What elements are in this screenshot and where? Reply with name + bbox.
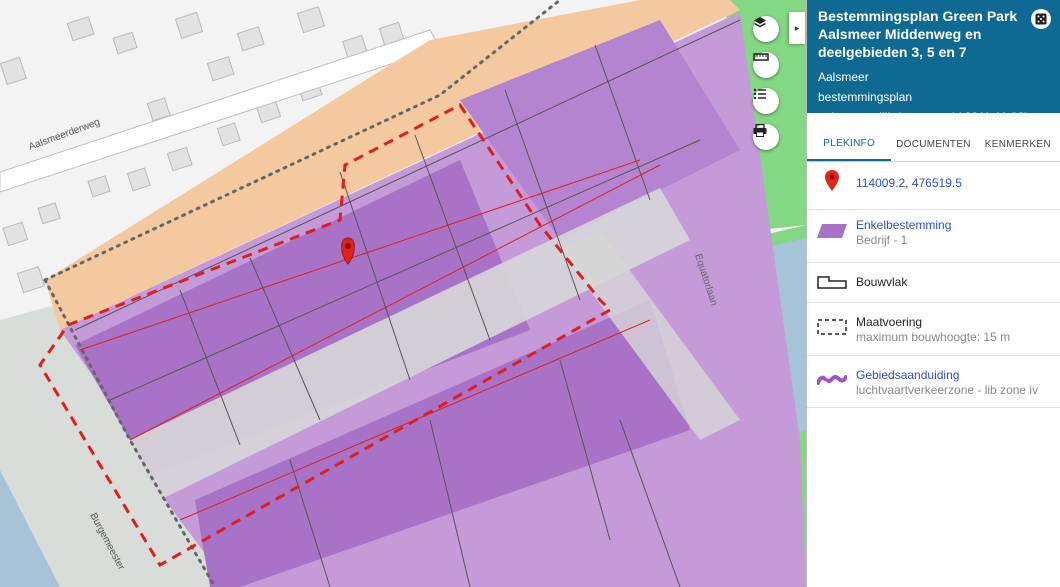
expand-icon [1035,13,1047,25]
enkelbestemming-swatch-icon [817,224,847,238]
maatvoering-sub: maximum bouwhoogte: 15 m [856,330,1011,344]
bouwvlak-label: Bouwvlak [856,275,908,289]
coordinates-row: 114009.2, 476519.5 [807,162,1060,210]
tab-plekinfo[interactable]: PLEKINFO [807,127,892,161]
info-panel: Bestemmingsplan Green Park Aalsmeer Midd… [806,0,1060,587]
panel-header: Bestemmingsplan Green Park Aalsmeer Midd… [807,0,1060,124]
tab-kenmerken[interactable]: KENMERKEN [976,127,1060,161]
bouwvlak-row: Bouwvlak [807,263,1060,303]
maatvoering-label: Maatvoering [856,315,923,329]
layers-button[interactable] [753,16,779,42]
panel-collapse-toggle[interactable]: ▸ [789,12,805,44]
plan-title: Bestemmingsplan Green Park Aalsmeer Midd… [818,8,1018,60]
enkelbestemming-row[interactable]: Enkelbestemming Bedrijf - 1 [807,210,1060,263]
legend-list-icon [753,88,766,100]
map-view[interactable]: Aalsmeerderweg Burgemeester Equatorlaan … [0,0,806,587]
panel-tabs: PLEKINFO DOCUMENTEN KENMERKEN [807,127,1060,162]
expand-button[interactable] [1031,9,1051,29]
legend-button[interactable] [753,88,779,114]
print-icon [753,124,767,137]
gebiedsaanduiding-label[interactable]: Gebiedsaanduiding [856,368,1038,383]
map-canvas[interactable]: Aalsmeerderweg Burgemeester Equatorlaan [0,0,806,587]
gebiedsaanduiding-row[interactable]: Gebiedsaanduiding luchtvaartverkeerzone … [807,356,1060,408]
plan-status-text: onherroepelijk (vastgesteld 2011-11-03) [818,110,1029,124]
maatvoering-row: Maatvoering maximum bouwhoogte: 15 m [807,303,1060,356]
bouwvlak-icon [817,276,847,289]
maatvoering-icon [817,319,847,335]
ruler-icon [753,53,769,61]
measure-button[interactable] [753,52,779,78]
gebiedsaanduiding-icon [817,375,847,385]
location-pin-icon [825,170,839,191]
enkelbestemming-label[interactable]: Enkelbestemming [856,218,951,233]
plan-type-text: bestemmingsplan [818,90,913,104]
print-button[interactable] [753,124,779,150]
municipality-text: Aalsmeer [818,70,869,84]
tab-documenten[interactable]: DOCUMENTEN [891,127,975,161]
enkelbestemming-sub: Bedrijf - 1 [856,233,908,247]
gebiedsaanduiding-sub: luchtvaartverkeerzone - lib zone iv [856,383,1039,397]
coordinates-link[interactable]: 114009.2, 476519.5 [856,176,962,190]
layers-icon [754,17,766,28]
